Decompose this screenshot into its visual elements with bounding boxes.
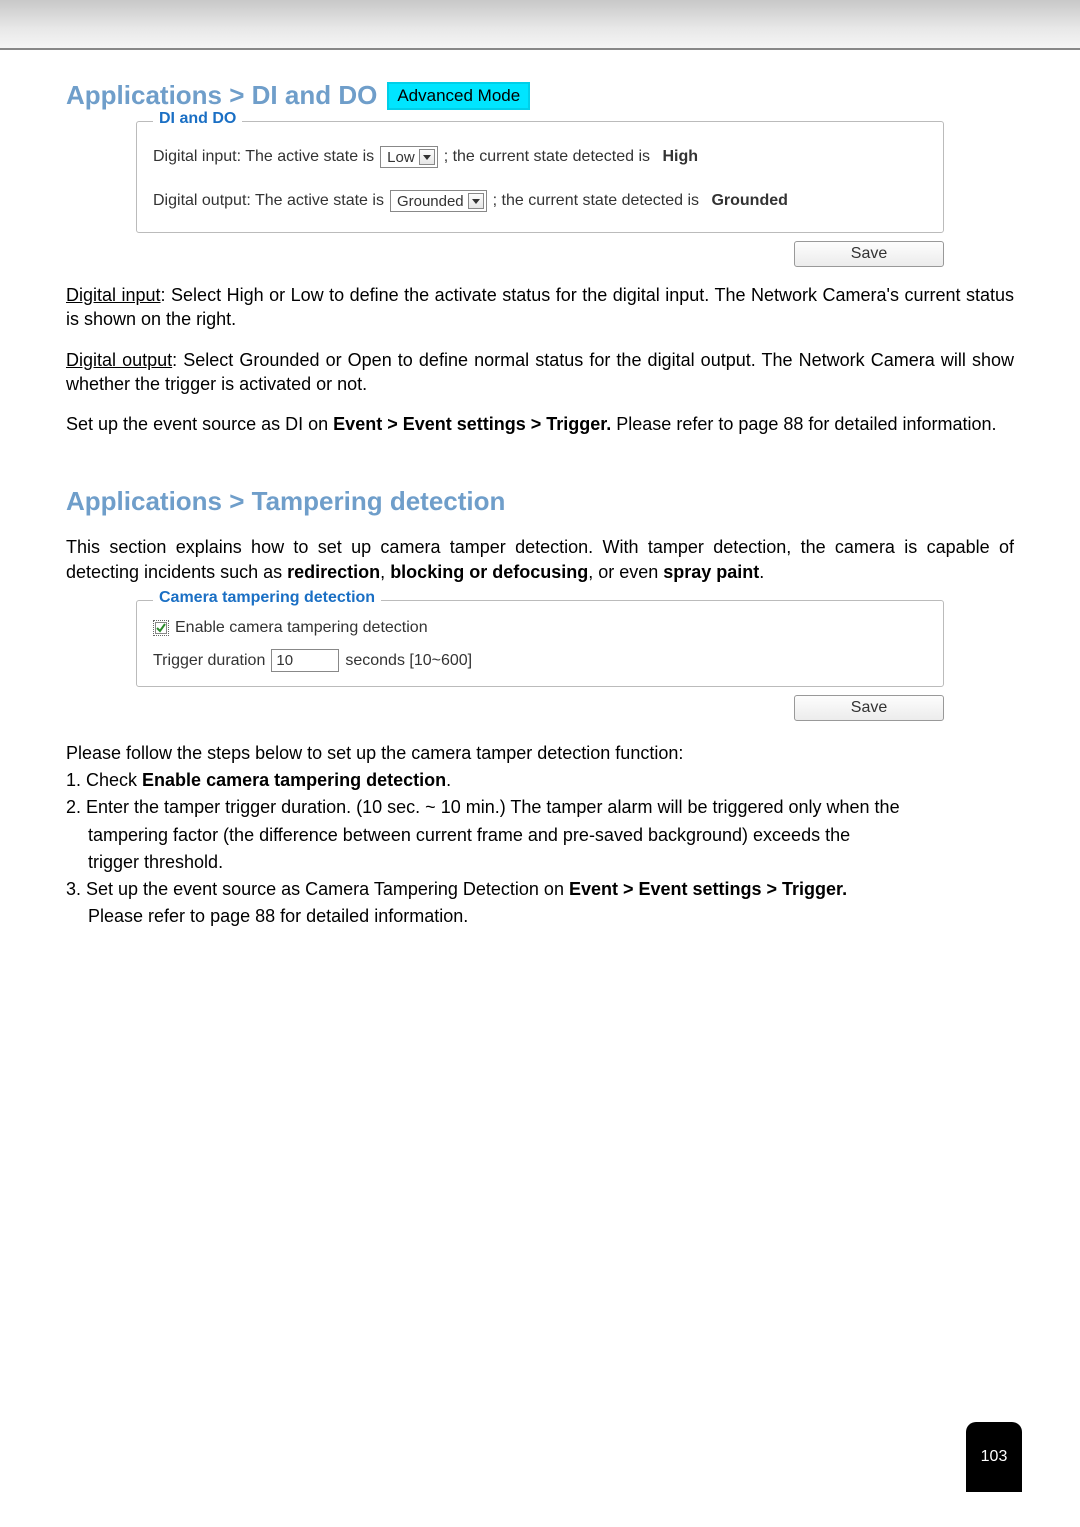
steps-intro: Please follow the steps below to set up … [66,741,1014,766]
tampering-fieldset: Camera tampering detection Enable camera… [136,600,944,687]
di-active-state-select[interactable]: Low [380,146,438,168]
page-body: Applications > DI and DO Advanced Mode D… [0,80,1080,929]
tampering-intro: This section explains how to set up came… [66,535,1014,584]
step-1: 1. Check Enable camera tampering detecti… [66,768,1014,793]
dropdown-arrow-icon [468,193,484,209]
section-di-do-heading: Applications > DI and DO [66,80,377,111]
step3-b: Event > Event settings > Trigger. [569,879,847,899]
do-prefix: Digital output: The active state is [153,192,384,210]
do-active-state-select[interactable]: Grounded [390,190,487,212]
step-2-line2: tampering factor (the difference between… [66,823,1014,848]
step3-a: 3. Set up the event source as Camera Tam… [66,879,569,899]
intro-e: , or even [588,562,663,582]
enable-tampering-label: Enable camera tampering detection [175,619,428,637]
do-select-value: Grounded [397,193,464,210]
step1-c: . [446,770,451,790]
digital-input-term: Digital input [66,285,161,305]
digital-output-desc-text: : Select Grounded or Open to define norm… [66,350,1014,394]
dropdown-arrow-icon [419,149,435,165]
trigger-duration-input[interactable]: 10 [271,649,339,672]
di-select-value: Low [387,149,415,166]
section-tampering-heading: Applications > Tampering detection [66,486,1014,517]
trigger-duration-label: Trigger duration [153,652,265,670]
intro-f: spray paint [663,562,759,582]
step-3-line1: 3. Set up the event source as Camera Tam… [66,877,1014,902]
step-2-line1: 2. Enter the tamper trigger duration. (1… [66,795,1014,820]
trigger-duration-row: Trigger duration 10 seconds [10~600] [153,649,927,672]
step1-a: 1. Check [66,770,142,790]
digital-input-row: Digital input: The active state is Low ;… [153,146,927,168]
digital-output-description: Digital output: Select Grounded or Open … [66,348,1014,397]
di-suffix: ; the current state detected is [444,148,650,166]
digital-input-desc-text: : Select High or Low to define the activ… [66,285,1014,329]
section-di-do-heading-row: Applications > DI and DO Advanced Mode [66,80,1014,111]
di-event-source-note: Set up the event source as DI on Event >… [66,412,1014,436]
note-prefix: Set up the event source as DI on [66,414,333,434]
tampering-steps: Please follow the steps below to set up … [66,741,1014,929]
save-button-tampering[interactable]: Save [794,695,944,721]
di-do-fieldset-title: DI and DO [153,110,242,128]
enable-tampering-row: Enable camera tampering detection [153,619,927,637]
page-header-gradient [0,0,1080,50]
digital-input-description: Digital input: Select High or Low to def… [66,283,1014,332]
check-icon [155,622,167,634]
step-2-line3: trigger threshold. [66,850,1014,875]
page-number: 103 [966,1422,1022,1492]
intro-g: . [759,562,764,582]
do-current-state: Grounded [711,192,787,210]
digital-output-row: Digital output: The active state is Grou… [153,190,927,212]
step1-b: Enable camera tampering detection [142,770,446,790]
intro-b: redirection [287,562,380,582]
di-prefix: Digital input: The active state is [153,148,374,166]
trigger-duration-suffix: seconds [10~600] [345,652,472,670]
intro-d: blocking or defocusing [390,562,588,582]
digital-output-term: Digital output [66,350,172,370]
note-suffix: Please refer to page 88 for detailed inf… [611,414,996,434]
tampering-fieldset-title: Camera tampering detection [153,589,381,607]
intro-c: , [380,562,390,582]
do-suffix: ; the current state detected is [493,192,699,210]
di-do-fieldset: DI and DO Digital input: The active stat… [136,121,944,233]
save-button-di-do[interactable]: Save [794,241,944,267]
step-3-line2: Please refer to page 88 for detailed inf… [66,904,1014,929]
note-path: Event > Event settings > Trigger. [333,414,611,434]
advanced-mode-badge: Advanced Mode [387,82,530,110]
enable-tampering-checkbox[interactable] [153,620,169,636]
di-current-state: High [662,148,698,166]
